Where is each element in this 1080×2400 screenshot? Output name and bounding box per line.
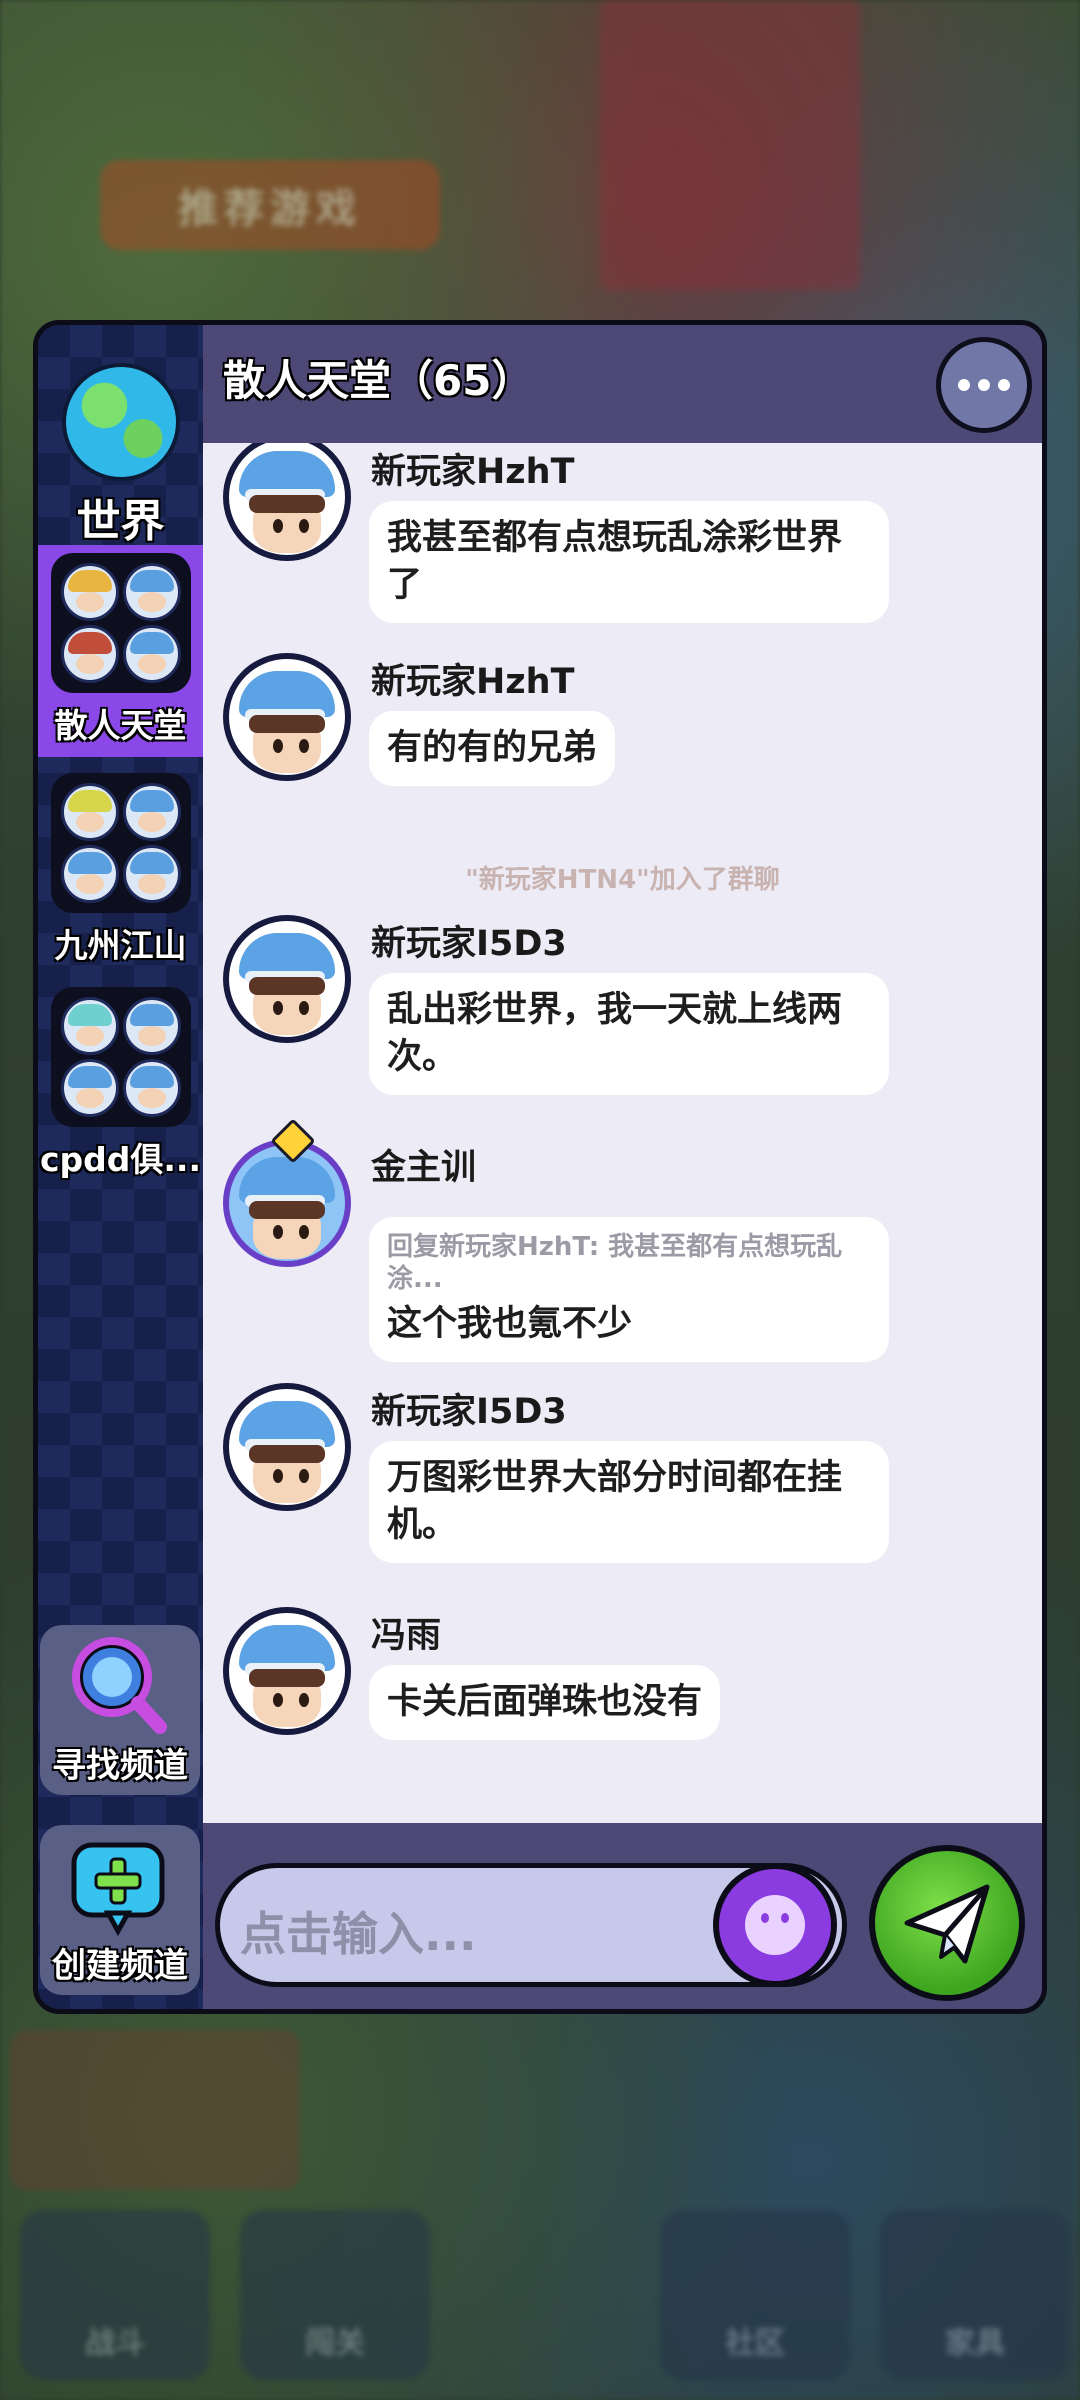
- user-avatar[interactable]: [223, 1383, 351, 1511]
- group-avatar-icon: [50, 773, 191, 913]
- sender-name: 新玩家I5D3: [371, 924, 567, 964]
- background-building: [600, 0, 860, 290]
- sender-name: 新玩家I5D3: [371, 1392, 567, 1432]
- message-bubble[interactable]: 回复新玩家HzhT: 我甚至都有点想玩乱涂... 这个我也氪不少: [369, 1217, 889, 1362]
- channel-world-label: 世界: [76, 496, 165, 547]
- message-list[interactable]: 新玩家HzhT 我甚至都有点想玩乱涂彩世界了 新玩家HzhT 有的有的兄弟 "新…: [203, 443, 1042, 1823]
- create-channel-label: 创建频道: [52, 1946, 188, 1986]
- user-avatar[interactable]: [223, 1607, 351, 1735]
- background-card: [10, 2030, 300, 2190]
- message-bubble[interactable]: 卡关后面弹珠也没有: [369, 1665, 721, 1740]
- find-channel-button[interactable]: 寻找频道: [40, 1625, 200, 1795]
- channel-item-1[interactable]: 九州江山: [38, 773, 203, 967]
- channel-world[interactable]: 世界: [38, 363, 203, 549]
- ellipsis-icon: [958, 379, 970, 391]
- system-notice: "新玩家HTN4"加入了群聊: [465, 865, 780, 895]
- channel-item-label: 散人天堂: [54, 706, 187, 745]
- chat-panel: 世界 散人天堂 九州江山 cpdd俱... 寻找频道 创建频道 散人天堂（65）…: [33, 320, 1047, 2014]
- magnifier-icon: [72, 1637, 167, 1734]
- channel-item-label: 九州江山: [54, 926, 187, 965]
- background-tab-battle: 战斗: [20, 2210, 210, 2380]
- background-tab-stage: 闯关: [240, 2210, 430, 2380]
- channel-item-2[interactable]: cpdd俱...: [38, 987, 203, 1181]
- sender-name: 金主训: [371, 1148, 477, 1188]
- input-placeholder: 点击输入...: [240, 1907, 477, 1961]
- create-channel-button[interactable]: 创建频道: [40, 1825, 200, 1995]
- chat-header: 散人天堂（65）: [203, 325, 1042, 443]
- background-banner: 推荐游戏: [100, 160, 440, 250]
- user-avatar[interactable]: [223, 915, 351, 1043]
- channel-item-0[interactable]: 散人天堂: [38, 545, 203, 757]
- input-bar: 点击输入...: [203, 1823, 1042, 2009]
- channel-sidebar: 世界 散人天堂 九州江山 cpdd俱... 寻找频道 创建频道: [38, 325, 203, 2009]
- paper-plane-icon: [904, 1884, 990, 1964]
- background-tab-community: 社区: [660, 2210, 850, 2380]
- message-text: 这个我也氪不少: [387, 1304, 633, 1344]
- message-bubble[interactable]: 我甚至都有点想玩乱涂彩世界了: [369, 501, 889, 623]
- send-button[interactable]: [869, 1845, 1025, 2001]
- smiley-icon: [745, 1895, 805, 1955]
- sender-name: 新玩家HzhT: [371, 452, 575, 492]
- user-avatar[interactable]: [223, 653, 351, 781]
- message-bubble[interactable]: 万图彩世界大部分时间都在挂机。: [369, 1441, 889, 1563]
- sender-name: 冯雨: [371, 1616, 442, 1656]
- group-avatar-icon: [50, 987, 191, 1127]
- reply-quote: 回复新玩家HzhT: 我甚至都有点想玩乱涂...: [387, 1232, 843, 1294]
- more-options-button[interactable]: [936, 337, 1032, 433]
- globe-icon: [61, 363, 180, 481]
- find-channel-label: 寻找频道: [52, 1746, 188, 1786]
- channel-title: 散人天堂（65）: [223, 356, 534, 405]
- user-avatar[interactable]: [223, 443, 351, 561]
- add-chat-icon: [71, 1842, 165, 1937]
- message-bubble[interactable]: 乱出彩世界，我一天就上线两次。: [369, 973, 889, 1095]
- channel-item-label: cpdd俱...: [39, 1140, 202, 1179]
- sender-name: 新玩家HzhT: [371, 662, 575, 702]
- group-avatar-icon: [50, 553, 191, 693]
- emoji-button[interactable]: [713, 1863, 837, 1987]
- background-tab-furniture: 家具: [880, 2210, 1070, 2380]
- message-bubble[interactable]: 有的有的兄弟: [369, 711, 616, 786]
